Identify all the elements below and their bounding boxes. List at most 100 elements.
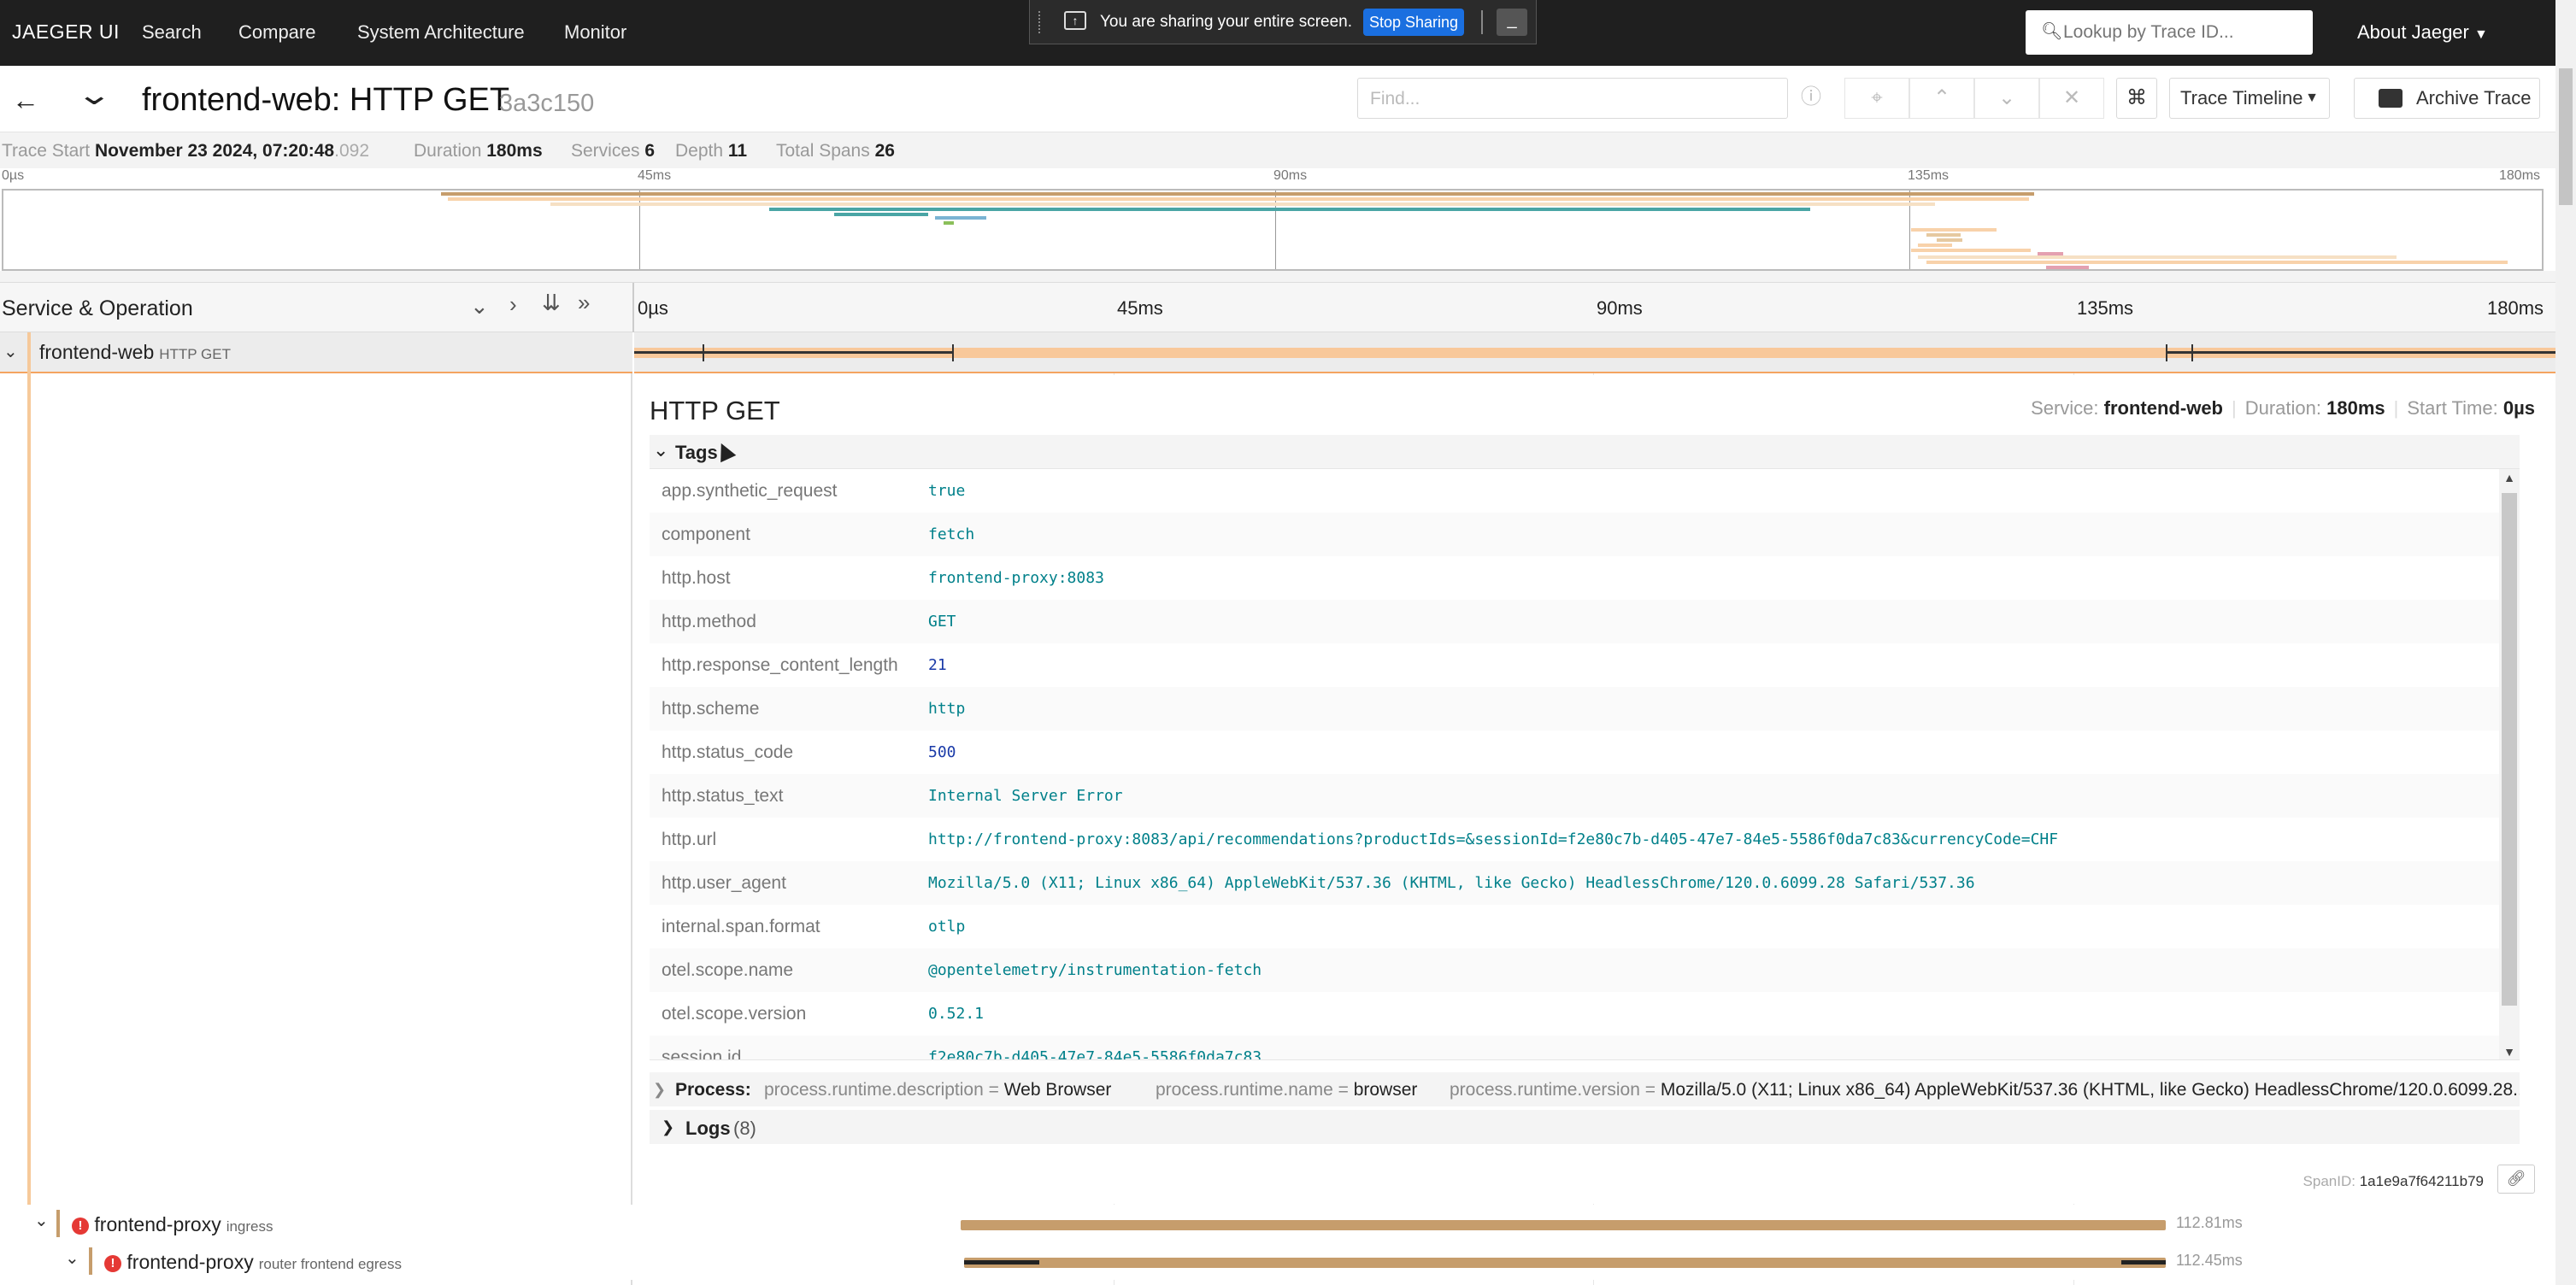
chevron-down-icon: ▼ bbox=[2305, 91, 2319, 105]
process-value: browser bbox=[1353, 1080, 1418, 1100]
service-color-stripe bbox=[89, 1247, 92, 1275]
tag-value: http bbox=[928, 700, 966, 718]
archive-icon bbox=[2379, 89, 2403, 108]
find-field[interactable] bbox=[1357, 78, 1788, 119]
trace-minimap[interactable] bbox=[2, 189, 2544, 271]
stop-sharing-button[interactable]: Stop Sharing bbox=[1363, 9, 1464, 36]
tag-row[interactable]: otel.scope.version 0.52.1 bbox=[650, 992, 2504, 1036]
tag-row[interactable]: http.status_code 500 bbox=[650, 731, 2504, 774]
tag-row[interactable]: http.method GET bbox=[650, 600, 2504, 643]
trace-title: frontend-web: HTTP GET bbox=[142, 82, 510, 118]
tag-key: component bbox=[662, 525, 750, 544]
process-label: Process: bbox=[675, 1080, 751, 1100]
tag-row[interactable]: internal.span.format otlp bbox=[650, 905, 2504, 948]
chevron-down-icon[interactable]: ⌄ bbox=[1974, 78, 2039, 119]
scrollbar-thumb[interactable] bbox=[2559, 68, 2573, 205]
tag-row[interactable]: component fetch bbox=[650, 513, 2504, 556]
log-segment bbox=[2166, 351, 2555, 354]
scroll-up-icon[interactable]: ▲ bbox=[2499, 471, 2520, 484]
tag-row[interactable]: http.host frontend-proxy:8083 bbox=[650, 556, 2504, 600]
service-color-rail bbox=[27, 373, 31, 1247]
timeline-tick: 135ms bbox=[2077, 297, 2134, 319]
chevron-down-icon[interactable]: ⌄ bbox=[3, 341, 18, 362]
expand-one-icon[interactable]: › bbox=[509, 291, 517, 318]
process-item: process.runtime.version = Mozilla/5.0 (X… bbox=[1450, 1080, 2520, 1100]
span-bar-row-frontend-web[interactable] bbox=[634, 332, 2555, 373]
minimap-span bbox=[441, 192, 2034, 196]
chevron-down-icon[interactable]: ⌄ bbox=[65, 1247, 79, 1269]
chevron-up-icon[interactable]: ⌃ bbox=[1909, 78, 1974, 119]
span-label[interactable]: ! frontend-proxy ingress bbox=[72, 1213, 273, 1236]
collapse-all-icon[interactable]: » bbox=[578, 290, 590, 316]
trace-start-ms: .092 bbox=[334, 141, 369, 161]
nav-monitor[interactable]: Monitor bbox=[564, 21, 626, 44]
span-row-frontend-proxy-egress[interactable]: ⌄ ! frontend-proxy router frontend egress bbox=[0, 1242, 632, 1280]
minimap-span bbox=[1926, 233, 1961, 237]
tag-row[interactable]: http.scheme http bbox=[650, 687, 2504, 731]
collapse-chevron-icon[interactable]: ⌄ bbox=[76, 78, 113, 112]
chevron-down-icon: ⌄ bbox=[653, 439, 669, 461]
share-message: You are sharing your entire screen. bbox=[1100, 13, 1353, 31]
tag-row[interactable]: http.response_content_length 21 bbox=[650, 643, 2504, 687]
keyboard-shortcuts-icon[interactable]: ⌘ bbox=[2116, 78, 2157, 119]
process-value: Mozilla/5.0 (X11; Linux x86_64) AppleWeb… bbox=[1660, 1080, 2520, 1100]
minimap-span bbox=[1918, 255, 2397, 259]
minimap-span bbox=[448, 197, 2029, 201]
about-jaeger-menu[interactable]: About Jaeger ▼ bbox=[2357, 21, 2488, 44]
archive-trace-button[interactable]: Archive Trace bbox=[2354, 78, 2540, 119]
tag-value: true bbox=[928, 482, 966, 500]
nav-search[interactable]: Search bbox=[142, 21, 202, 44]
expand-all-icon[interactable]: ⇊ bbox=[542, 290, 561, 316]
tag-row[interactable]: otel.scope.name @opentelemetry/instrument… bbox=[650, 948, 2504, 992]
page-scrollbar[interactable] bbox=[2555, 0, 2576, 1285]
span-label[interactable]: ! frontend-proxy router frontend egress bbox=[104, 1251, 402, 1274]
locate-icon[interactable]: ⌖ bbox=[1844, 78, 1909, 119]
tag-row[interactable]: http.status_text Internal Server Error bbox=[650, 774, 2504, 818]
tags-scrollbar[interactable]: ▲ ▼ bbox=[2499, 469, 2520, 1059]
back-arrow-icon[interactable]: ← bbox=[12, 85, 39, 116]
span-operation: HTTP GET bbox=[159, 346, 231, 362]
span-row-frontend-web[interactable]: ⌄ frontend-web HTTP GET bbox=[0, 332, 632, 373]
total-spans: Total Spans 26 bbox=[776, 141, 895, 161]
process-key: process.runtime.description bbox=[764, 1080, 984, 1100]
span-label[interactable]: frontend-web HTTP GET bbox=[39, 341, 231, 364]
nav-system-architecture[interactable]: System Architecture bbox=[357, 21, 525, 44]
service-operation-heading: Service & Operation bbox=[2, 296, 193, 320]
span-row-frontend-proxy[interactable]: ⌄ ! frontend-proxy ingress bbox=[0, 1205, 632, 1242]
find-input[interactable] bbox=[1370, 86, 1712, 112]
brand-link[interactable]: JAEGER UI bbox=[12, 21, 120, 44]
span-bar-row-frontend-proxy[interactable]: 112.81ms bbox=[634, 1205, 2555, 1242]
tag-key: http.host bbox=[662, 568, 731, 588]
trace-lookup[interactable]: 🔍︎ bbox=[2026, 10, 2313, 55]
hide-share-bar-button[interactable]: _ bbox=[1497, 9, 1527, 36]
tags-toggle[interactable]: ⌄ Tags bbox=[650, 435, 2520, 469]
divider: | bbox=[2232, 397, 2237, 419]
trace-start-value: November 23 2024, 07:20:48 bbox=[94, 141, 335, 161]
tag-value: 21 bbox=[928, 656, 947, 674]
chevron-down-icon[interactable]: ⌄ bbox=[34, 1210, 49, 1231]
column-resizer[interactable] bbox=[632, 283, 634, 332]
tag-row[interactable]: session.id f2e80c7b-d405-47e7-84e5-5586f0… bbox=[650, 1036, 2504, 1059]
minimap-divider bbox=[0, 271, 2555, 283]
tag-value: Mozilla/5.0 (X11; Linux x86_64) AppleWeb… bbox=[928, 874, 1975, 892]
scroll-down-icon[interactable]: ▼ bbox=[2499, 1045, 2520, 1059]
drag-handle[interactable] bbox=[1038, 11, 1044, 33]
logs-toggle[interactable]: ❯ Logs (8) bbox=[650, 1110, 2520, 1144]
tag-key: http.status_code bbox=[662, 742, 794, 762]
link-icon[interactable]: 🔗︎ bbox=[2497, 1165, 2535, 1194]
process-toggle[interactable]: ❯ Process: process.runtime.description =… bbox=[650, 1072, 2520, 1106]
trace-id-input[interactable] bbox=[2063, 19, 2294, 46]
view-select[interactable]: Trace Timeline ▼ bbox=[2169, 78, 2330, 119]
tag-row[interactable]: app.synthetic_request true bbox=[650, 469, 2504, 513]
collapse-one-icon[interactable]: ⌄ bbox=[470, 293, 489, 320]
nav-compare[interactable]: Compare bbox=[238, 21, 315, 44]
tag-row[interactable]: http.url http://frontend-proxy:8083/api/r… bbox=[650, 818, 2504, 861]
log-segment bbox=[2121, 1260, 2166, 1264]
tag-row[interactable]: http.user_agent Mozilla/5.0 (X11; Linux x… bbox=[650, 861, 2504, 905]
scrollbar-thumb[interactable] bbox=[2502, 493, 2517, 1006]
log-marker bbox=[2191, 344, 2193, 361]
tag-key: otel.scope.name bbox=[662, 960, 794, 980]
span-bar-row-frontend-proxy-egress[interactable]: 112.45ms bbox=[634, 1242, 2555, 1280]
clear-icon[interactable]: ✕ bbox=[2039, 78, 2104, 119]
help-icon[interactable]: ⓘ bbox=[1778, 78, 1844, 119]
